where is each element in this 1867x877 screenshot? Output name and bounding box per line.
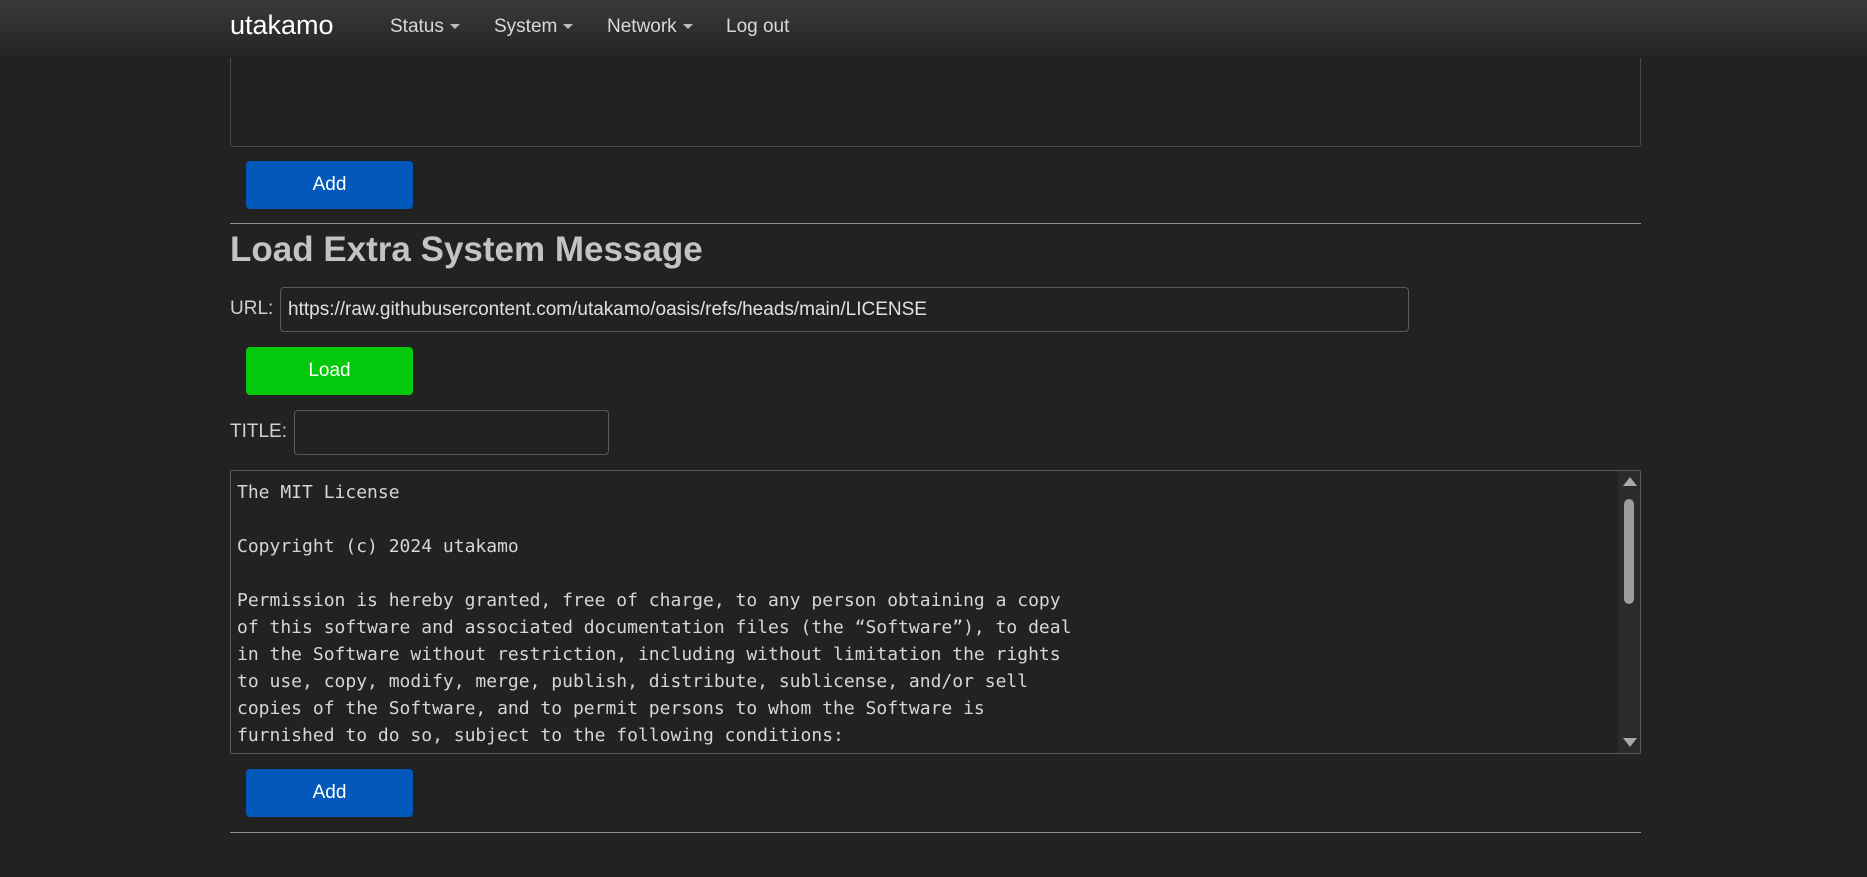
scroll-up-arrow-icon[interactable] bbox=[1623, 477, 1637, 486]
chevron-down-icon bbox=[449, 24, 460, 30]
load-button[interactable]: Load bbox=[246, 347, 413, 395]
scroll-thumb[interactable] bbox=[1624, 499, 1634, 604]
main-content: Add Load Extra System Message URL: Load … bbox=[230, 0, 1641, 877]
nav-menu-system-label: System bbox=[494, 16, 558, 37]
nav-menu-status[interactable]: Status bbox=[390, 16, 460, 38]
vertical-scrollbar[interactable] bbox=[1618, 471, 1640, 753]
chevron-down-icon bbox=[682, 24, 693, 30]
top-navbar: utakamo Status System Network Log out bbox=[0, 0, 1867, 58]
title-input[interactable] bbox=[294, 410, 609, 455]
chevron-down-icon bbox=[563, 24, 574, 30]
add-button[interactable]: Add bbox=[246, 161, 413, 209]
add-system-message-button[interactable]: Add bbox=[246, 769, 413, 817]
url-input[interactable] bbox=[280, 287, 1409, 332]
brand-logo[interactable]: utakamo bbox=[230, 10, 334, 41]
section-divider bbox=[230, 223, 1641, 224]
nav-menu-status-label: Status bbox=[390, 16, 444, 37]
nav-menu-system[interactable]: System bbox=[494, 16, 574, 38]
logout-link[interactable]: Log out bbox=[726, 16, 789, 38]
system-message-textarea[interactable]: The MIT License Copyright (c) 2024 utaka… bbox=[230, 470, 1641, 754]
scroll-down-arrow-icon[interactable] bbox=[1623, 738, 1637, 747]
nav-menu-network[interactable]: Network bbox=[607, 16, 693, 38]
title-label: TITLE: bbox=[230, 421, 288, 442]
system-message-content: The MIT License Copyright (c) 2024 utaka… bbox=[237, 482, 1072, 746]
nav-menu-network-label: Network bbox=[607, 16, 677, 37]
section-divider bbox=[230, 832, 1641, 833]
section-title: Load Extra System Message bbox=[230, 230, 703, 269]
url-label: URL: bbox=[230, 298, 274, 319]
